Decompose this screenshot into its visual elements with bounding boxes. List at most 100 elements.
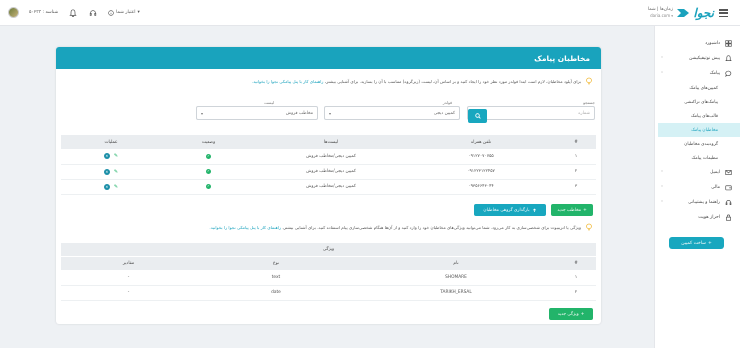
lightbulb-icon xyxy=(586,77,592,85)
edit-icon[interactable]: ✎ xyxy=(114,153,118,159)
new-contact-label: مخاطب جدید xyxy=(557,207,582,213)
table-row: ۱ ۰۹۱۲۷۰۷۰۷۵۵ کمپین دیجی/مخاطب فروش ✓ ✎ ✕ xyxy=(61,149,596,165)
plus-icon: + xyxy=(580,311,585,317)
sidebar-item-auth[interactable]: احراز هویت xyxy=(655,210,740,225)
upload-group-button[interactable]: بارگذاری گروهی مخاطبان xyxy=(474,204,546,216)
sidebar-item-label: داشبورد xyxy=(705,41,720,46)
col-index: # xyxy=(556,135,596,149)
row-index: ۲ xyxy=(556,164,596,180)
filters: جستجو شماره فولدر کمپین دیجی ▾ لیست مخاطب… xyxy=(195,100,595,124)
contacts-table: # تلفن همراه لیست‌ها وضعیت عملیات ۱ ۰۹۱۲… xyxy=(61,135,596,195)
menu-toggle-icon[interactable] xyxy=(719,9,728,17)
delete-icon[interactable]: ✕ xyxy=(103,153,110,160)
top-bar: نجوا زمان‌ها | شما daria.com شناسه : ۵۰۲… xyxy=(0,0,740,26)
sidebar-item-sms[interactable]: پیامک ˄ xyxy=(655,66,740,81)
col-actions: عملیات xyxy=(61,135,161,149)
col-index: # xyxy=(556,256,596,270)
sidebar-item-label: راهنما و پشتیبانی xyxy=(688,200,720,205)
avatar[interactable] xyxy=(8,7,19,18)
chevron-up-icon: ˄ xyxy=(661,71,663,76)
folder-select[interactable]: فولدر کمپین دیجی ▾ xyxy=(324,100,460,120)
delete-icon[interactable]: ✕ xyxy=(103,168,110,175)
search-icon xyxy=(474,113,481,119)
logo-text: نجوا xyxy=(693,6,714,20)
sidebar-sub-contacts[interactable]: مخاطبان پیامک xyxy=(658,123,740,137)
row-name: SHOMARE xyxy=(356,270,556,286)
row-list: کمپین دیجی/مخاطب فروش xyxy=(256,164,406,180)
chevron-down-icon: ˅ xyxy=(661,170,663,175)
new-attribute-button[interactable]: + ویژگی جدید xyxy=(549,308,593,320)
delete-icon[interactable]: ✕ xyxy=(103,183,110,190)
list-select[interactable]: لیست مخاطب فروش ▾ xyxy=(196,100,318,120)
chevron-down-icon: ˅ xyxy=(661,56,663,61)
sidebar-item-label: پیامک xyxy=(709,71,720,76)
sidebar: داشبورد پیش نوتیفیکیشن ˅ پیامک ˄ کمپین‌ه… xyxy=(654,26,740,348)
row-type: date xyxy=(196,285,356,301)
row-index: ۲ xyxy=(556,285,596,301)
search-button[interactable] xyxy=(468,109,487,123)
sidebar-item-email[interactable]: ایمیل ˅ xyxy=(655,165,740,180)
dashboard-icon xyxy=(724,40,732,48)
col-values: مقادیر xyxy=(61,256,196,270)
contacts-card: مخاطبان پیامک برای آپلود مخاطبان، لازم ا… xyxy=(56,47,601,324)
guide-link[interactable]: راهنمای کار با پنل پیامکی نجوا را بخوانی… xyxy=(209,225,281,230)
user-id-label: شناسه : ۵۰۲۳۳ xyxy=(29,10,59,15)
chevron-down-icon: ▾ xyxy=(137,10,140,15)
check-circle-icon: ✓ xyxy=(205,183,212,190)
sidebar-sub-templates[interactable]: قالب‌های پیامک xyxy=(655,109,740,123)
lightbulb-icon xyxy=(586,223,592,231)
row-index: ۱ xyxy=(556,270,596,286)
sidebar-sub-campaigns[interactable]: کمپین‌های پیامک xyxy=(655,81,740,95)
row-values: - xyxy=(61,270,196,286)
info-text: برای آپلود مخاطبان، لازم است ابتدا فولدر… xyxy=(251,78,581,84)
sidebar-item-finance[interactable]: مالی ˅ xyxy=(655,180,740,195)
mail-icon xyxy=(724,169,732,177)
guide-link[interactable]: راهنمای کار با پنل پیامکی نجوا را بخوانی… xyxy=(252,79,324,84)
info-icon xyxy=(108,9,114,16)
logo: نجوا xyxy=(675,5,714,21)
sidebar-item-label: مالی xyxy=(711,185,720,190)
attributes-table: ویژگی # نام نوع مقادیر ۱ SHOMARE text - … xyxy=(61,243,596,301)
sidebar-sub-groups[interactable]: گروه‌بندی مخاطبان xyxy=(655,137,740,151)
sidebar-item-push[interactable]: پیش نوتیفیکیشن ˅ xyxy=(655,51,740,66)
headset-icon[interactable] xyxy=(88,8,98,18)
upload-icon xyxy=(532,208,536,212)
chevron-down-icon: ˅ xyxy=(661,185,663,190)
sidebar-item-label: احراز هویت xyxy=(698,215,720,220)
row-name: TARIKH_ERSAL xyxy=(356,285,556,301)
list-value: مخاطب فروش xyxy=(285,110,313,116)
sidebar-item-dashboard[interactable]: داشبورد xyxy=(655,36,740,51)
info-banner: برای آپلود مخاطبان، لازم است ابتدا فولدر… xyxy=(56,69,601,85)
edit-icon[interactable]: ✎ xyxy=(114,184,118,190)
wallet-icon xyxy=(724,184,732,192)
sidebar-sub-settings[interactable]: تنظیمات پیامک xyxy=(655,151,740,165)
row-list: کمپین دیجی/مخاطب فروش xyxy=(256,179,406,195)
user-site: daria.com xyxy=(648,13,673,19)
lock-icon xyxy=(724,214,732,222)
page-title: مخاطبان پیامک xyxy=(56,47,601,69)
sms-icon xyxy=(724,70,732,78)
table-row: ۱ SHOMARE text - xyxy=(61,270,596,286)
sidebar-item-label: پیش نوتیفیکیشن xyxy=(689,56,720,61)
new-contact-button[interactable]: + مخاطب جدید xyxy=(551,204,593,216)
create-campaign-label: ساخت کمپین xyxy=(681,240,706,246)
top-left-tools: شناسه : ۵۰۲۳۳ ▾ اعتبار شما xyxy=(8,7,140,18)
chevron-down-icon: ˅ xyxy=(661,200,663,205)
sidebar-sub-transactional[interactable]: پیامک‌های تراکنشی xyxy=(655,95,740,109)
col-phone: تلفن همراه xyxy=(406,135,556,149)
attribute-info-banner: ویژگی یا اتریبیوت برای شخصی‌سازی به کار … xyxy=(64,223,593,231)
plus-icon: + xyxy=(707,240,712,246)
row-list: کمپین دیجی/مخاطب فروش xyxy=(256,149,406,165)
user-info[interactable]: زمان‌ها | شما daria.com xyxy=(648,7,673,19)
credit-dropdown[interactable]: ▾ اعتبار شما xyxy=(108,9,140,16)
logo-mark-icon xyxy=(677,9,690,17)
table-row: ۲ TARIKH_ERSAL date - xyxy=(61,285,596,301)
headset-icon xyxy=(724,199,732,207)
bell-icon xyxy=(724,55,732,63)
edit-icon[interactable]: ✎ xyxy=(114,169,118,175)
sidebar-item-support[interactable]: راهنما و پشتیبانی ˅ xyxy=(655,195,740,210)
bell-icon[interactable] xyxy=(68,8,78,18)
sidebar-item-label: ایمیل xyxy=(710,170,720,175)
create-campaign-button[interactable]: + ساخت کمپین xyxy=(669,237,724,249)
row-index: ۱ xyxy=(556,149,596,165)
